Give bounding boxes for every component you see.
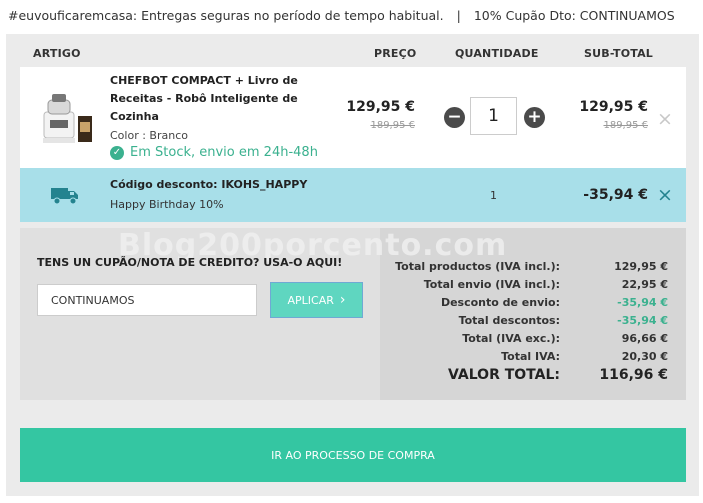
product-image[interactable] <box>40 92 94 148</box>
discount-value: -35,94 € <box>583 187 648 203</box>
delivery-truck-icon <box>51 188 78 205</box>
unit-old-price: 189,95 € <box>370 120 415 131</box>
total-label-vat: Total IVA: <box>501 350 560 363</box>
total-label-products: Total productos (IVA incl.): <box>395 260 560 273</box>
total-value-shipping: 22,95 € <box>621 278 668 291</box>
coupon-promo-text: 10% Cupão Dto: CONTINUAMOS <box>473 7 675 23</box>
stock-status: ✓ Em Stock, envio em 24h-48h <box>110 145 318 160</box>
promo-text: #euvouficaremcasa: Entregas seguras no p… <box>8 7 444 23</box>
product-name[interactable]: CHEFBOT COMPACT + Livro de Receitas - Ro… <box>110 72 310 126</box>
discount-description: Happy Birthday 10% <box>110 198 224 211</box>
promo-separator: | <box>456 7 461 23</box>
discount-code: Código desconto: IKOHS_HAPPY <box>110 178 308 191</box>
coupon-input[interactable] <box>37 284 257 316</box>
grand-total-label: VALOR TOTAL: <box>448 367 560 383</box>
decrease-quantity-button[interactable]: − <box>444 107 465 128</box>
check-circle-icon: ✓ <box>110 145 124 160</box>
unit-price: 129,95 € <box>346 99 415 115</box>
header-subtotal: SUB-TOTAL <box>584 47 654 60</box>
promo-banner: #euvouficaremcasa: Entregas seguras no p… <box>0 0 703 30</box>
apply-label: APLICAR <box>287 293 334 307</box>
increase-quantity-button[interactable]: + <box>524 107 545 128</box>
apply-coupon-button[interactable]: APLICAR › <box>270 282 363 318</box>
total-value-shipping-discount: -35,94 € <box>617 296 668 309</box>
header-preco: PREÇO <box>374 47 417 60</box>
remove-product-icon[interactable]: × <box>657 108 673 130</box>
header-quantidade: QUANTIDADE <box>455 47 539 60</box>
total-value-products: 129,95 € <box>614 260 668 273</box>
checkout-button[interactable]: IR AO PROCESSO DE COMPRA <box>20 428 686 482</box>
total-value-vat: 20,30 € <box>621 350 668 363</box>
chevron-right-icon: › <box>339 292 346 308</box>
remove-discount-icon[interactable]: × <box>657 184 673 206</box>
line-old-subtotal: 189,95 € <box>603 120 648 131</box>
header-artigo: ARTIGO <box>33 47 81 60</box>
stock-text: Em Stock, envio em 24h-48h <box>130 145 318 160</box>
quantity-input[interactable] <box>470 97 517 135</box>
line-subtotal: 129,95 € <box>579 99 648 115</box>
total-label-excl-vat: Total (IVA exc.): <box>462 332 560 345</box>
discount-quantity: 1 <box>490 189 497 202</box>
total-label-shipping-discount: Desconto de envio: <box>440 296 560 309</box>
coupon-label: TENS UN CUPÃO/NOTA DE CREDITO? USA-O AQU… <box>37 256 343 269</box>
total-value-excl-vat: 96,66 € <box>621 332 668 345</box>
grand-total-value: 116,96 € <box>599 367 668 383</box>
product-color: Color : Branco <box>110 129 188 142</box>
total-label-discounts: Total descontos: <box>458 314 560 327</box>
total-value-discounts: -35,94 € <box>617 314 668 327</box>
total-label-shipping: Total envio (IVA incl.): <box>423 278 560 291</box>
